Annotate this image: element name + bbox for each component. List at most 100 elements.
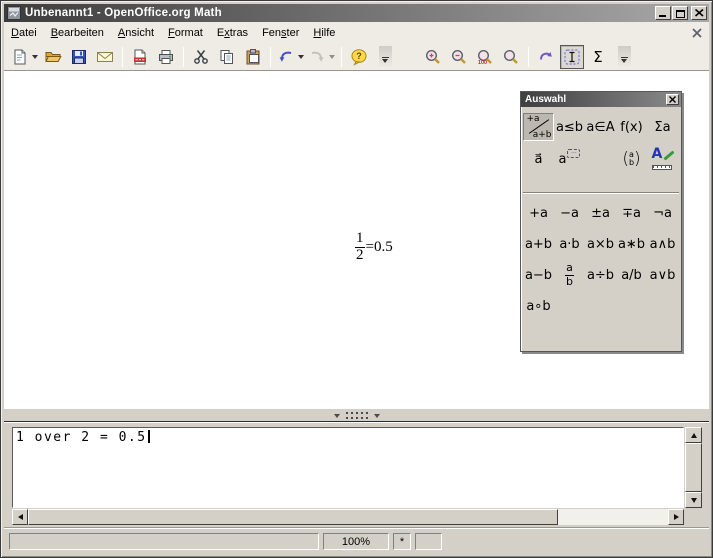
close-button[interactable] — [691, 6, 707, 20]
palette-close-button[interactable] — [666, 94, 679, 105]
title-bar[interactable]: Unbenannt1 - OpenOffice.org Math — [4, 4, 709, 22]
palette-symbol-2-3[interactable]: a/b — [616, 261, 647, 289]
scroll-left-button[interactable] — [12, 509, 28, 525]
minimize-button[interactable] — [655, 6, 671, 20]
palette-symbol-3-0[interactable]: a∘b — [523, 292, 554, 320]
copy-button[interactable] — [215, 45, 239, 69]
toolbar-separator — [122, 47, 123, 67]
save-icon — [70, 48, 88, 66]
print-icon — [157, 48, 175, 66]
menu-bearbeiten[interactable]: Bearbeiten — [44, 24, 111, 42]
cut-button[interactable] — [189, 45, 213, 69]
formula-fraction: 1 2 — [355, 231, 365, 264]
palette-symbol-0-0[interactable]: +a — [523, 199, 554, 227]
palette-symbol-2-4[interactable]: a∨b — [647, 261, 678, 289]
app-icon — [7, 6, 21, 20]
window-title: Unbenannt1 - OpenOffice.org Math — [25, 7, 654, 19]
command-panel: 1 over 2 = 0.5 — [4, 421, 709, 527]
vertical-scrollbar-thumb[interactable] — [685, 443, 702, 492]
toolbar-separator — [341, 47, 342, 67]
menu-datei[interactable]: Datei — [4, 24, 44, 42]
palette-symbol-0-2[interactable]: ±a — [585, 199, 616, 227]
formula-numerator: 1 — [356, 231, 364, 247]
print-button[interactable] — [154, 45, 178, 69]
chevron-down-icon[interactable] — [32, 55, 38, 59]
palette-symbol-1-4[interactable]: a∧b — [647, 230, 678, 258]
zoom-100-icon: 100 — [476, 48, 494, 66]
formula-display: 1 2 =0.5 — [355, 231, 393, 264]
close-document-icon[interactable] — [692, 28, 702, 38]
arrow-left-icon — [18, 514, 23, 520]
category-brackets[interactable]: (ab) — [616, 145, 647, 173]
menu-fenster[interactable]: Fenster — [255, 24, 306, 42]
command-vertical-scrollbar[interactable] — [685, 427, 702, 508]
palette-body: +aa+ba≤ba∈Af(x)Σa a⃗a··· (ab)A +a−a±a∓a¬a a+… — [521, 107, 681, 352]
chevron-down-icon[interactable] — [298, 55, 304, 59]
menu-ansicht[interactable]: Ansicht — [111, 24, 161, 42]
category-unary-binary-operators[interactable]: +aa+b — [523, 113, 554, 141]
cut-icon — [192, 48, 210, 66]
undo-button[interactable] — [276, 45, 305, 69]
new-document-icon — [11, 48, 29, 66]
help-icon: ? — [350, 48, 368, 66]
menu-hilfe[interactable]: Hilfe — [306, 24, 342, 42]
scroll-up-button[interactable] — [685, 427, 702, 443]
export-pdf-button[interactable] — [128, 45, 152, 69]
zoom-in-button[interactable] — [421, 45, 445, 69]
palette-symbol-0-3[interactable]: ∓a — [616, 199, 647, 227]
category-set-operations[interactable]: a∈A — [585, 113, 616, 141]
svg-text:100: 100 — [478, 60, 487, 66]
scroll-down-button[interactable] — [685, 492, 702, 508]
zoom-out-button[interactable] — [447, 45, 471, 69]
zoom-100-button[interactable]: 100 — [473, 45, 497, 69]
open-button[interactable] — [41, 45, 65, 69]
category-relations[interactable]: a≤b — [554, 113, 585, 141]
splitter-handle[interactable] — [334, 412, 380, 419]
email-button[interactable] — [93, 45, 117, 69]
zoom-out-icon — [450, 48, 468, 66]
new-document-button[interactable] — [10, 45, 39, 69]
splitter-triangle-icon — [374, 414, 380, 418]
palette-symbol-2-2[interactable]: a÷b — [585, 261, 616, 289]
save-button[interactable] — [67, 45, 91, 69]
palette-symbol-0-4[interactable]: ¬a — [647, 199, 678, 227]
update-view-button[interactable] — [534, 45, 558, 69]
category-formats[interactable]: A — [647, 145, 678, 173]
help-button[interactable]: ? — [347, 45, 371, 69]
menu-extras[interactable]: Extras — [210, 24, 255, 42]
palette-symbol-0-1[interactable]: −a — [554, 199, 585, 227]
palette-symbol-1-0[interactable]: a+b — [523, 230, 554, 258]
palette-symbol-1-3[interactable]: a∗b — [616, 230, 647, 258]
overflow-arrow-icon — [618, 46, 631, 68]
category-operators[interactable]: Σa — [647, 113, 678, 141]
category-others[interactable]: a··· — [554, 145, 585, 173]
palette-title-bar[interactable]: Auswahl — [521, 92, 681, 107]
paste-button[interactable] — [241, 45, 265, 69]
category-attributes[interactable]: a⃗ — [523, 145, 554, 173]
formula-cursor-button[interactable] — [560, 45, 584, 69]
maximize-button[interactable] — [672, 6, 688, 20]
palette-symbol-2-0[interactable]: a−b — [523, 261, 554, 289]
status-panel-main — [9, 533, 319, 550]
scroll-right-button[interactable] — [668, 509, 684, 525]
splitter-bar[interactable] — [4, 408, 709, 421]
redo-button[interactable] — [307, 45, 336, 69]
palette-symbol-2-1[interactable]: ab — [554, 261, 585, 289]
toolbar-gap — [398, 56, 420, 57]
command-input[interactable]: 1 over 2 = 0.5 — [12, 427, 684, 508]
horizontal-scrollbar-thumb[interactable] — [28, 509, 558, 525]
zoom-button[interactable] — [499, 45, 523, 69]
palette-separator — [523, 192, 679, 194]
menu-format[interactable]: Format — [161, 24, 210, 42]
symbols-button[interactable]: Σ — [586, 45, 610, 69]
palette-symbol-1-1[interactable]: a·b — [554, 230, 585, 258]
palette-symbol-1-2[interactable]: a×b — [585, 230, 616, 258]
formula-cursor-icon — [563, 48, 581, 66]
category-functions[interactable]: f(x) — [616, 113, 647, 141]
toolbar-options-button[interactable] — [373, 45, 397, 69]
menu-bar: DateiBearbeitenAnsichtFormatExtrasFenste… — [4, 22, 709, 43]
chevron-down-icon[interactable] — [329, 55, 335, 59]
status-zoom[interactable]: 100% — [323, 533, 389, 550]
command-horizontal-scrollbar[interactable] — [12, 509, 684, 525]
toolbar-options-2-button[interactable] — [612, 45, 636, 69]
